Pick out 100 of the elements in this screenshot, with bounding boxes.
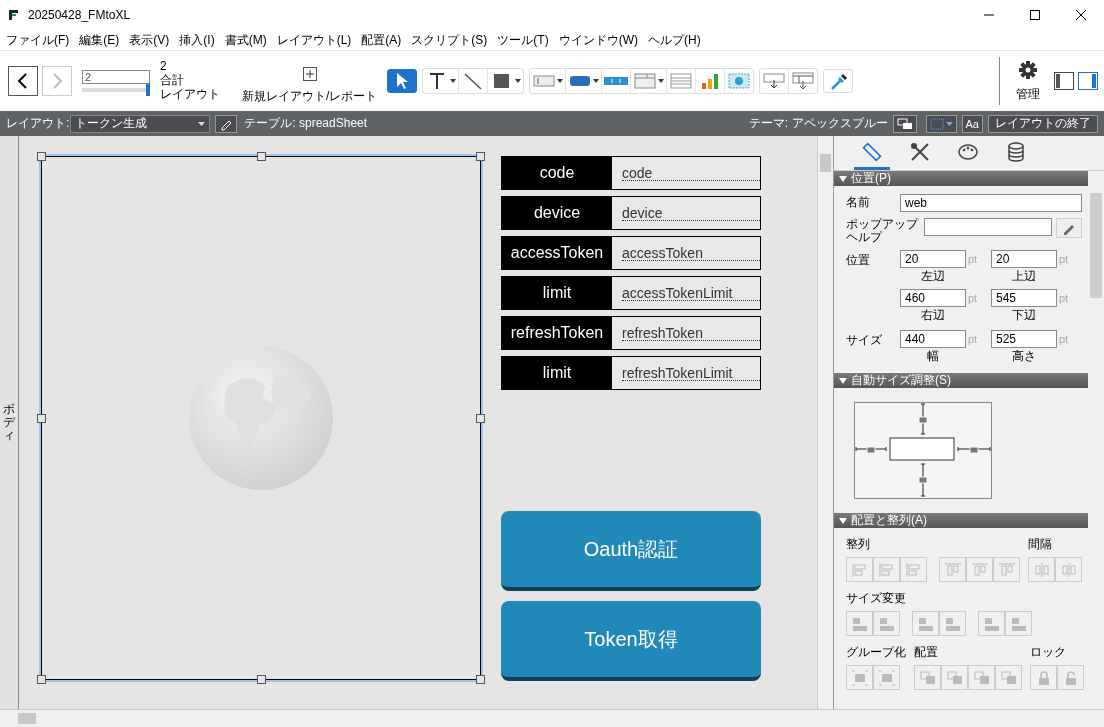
coordinate-field[interactable]: 20 (900, 250, 966, 268)
font-button[interactable]: Aa (961, 114, 983, 133)
theme-icon (896, 117, 913, 130)
edit-layout-button[interactable] (215, 114, 238, 133)
insert-field-icon (762, 71, 787, 91)
back-button[interactable] (8, 66, 38, 96)
resize-handle[interactable] (476, 675, 485, 684)
new-layout-label[interactable]: 新規レイアウト/レポート (242, 87, 378, 105)
webviewer-icon (727, 71, 752, 91)
grid-icon (929, 117, 944, 130)
menu-item[interactable]: 配置(A) (361, 31, 402, 49)
group-label: グループ化 (846, 644, 906, 661)
scrollbar-thumb[interactable] (1090, 193, 1102, 298)
resize-icon (850, 615, 869, 632)
close-icon[interactable] (1075, 9, 1087, 21)
tooltip-field[interactable] (924, 218, 1052, 236)
maximize-icon[interactable] (1029, 9, 1041, 21)
layout-button[interactable]: Token取得 (501, 601, 761, 681)
ruler-icon (861, 140, 883, 163)
insert-field-tool-button[interactable] (760, 69, 790, 93)
menu-item[interactable]: スクリプト(S) (411, 31, 488, 49)
menu-item[interactable]: ウインドウ(W) (558, 31, 638, 49)
caret-icon (557, 79, 564, 83)
menu-item[interactable]: ファイル(F) (6, 31, 70, 49)
table-label: テーブル: spreadSheet (244, 115, 368, 132)
stack-icon (972, 669, 991, 686)
stack-icon (945, 669, 964, 686)
size-field[interactable]: 440 (900, 330, 966, 348)
resize-handle[interactable] (257, 152, 266, 161)
menu-item[interactable]: レイアウト(L) (276, 31, 352, 49)
unit-label: pt (1059, 253, 1069, 265)
left-pane-button[interactable] (1054, 72, 1074, 90)
resize-icon (1009, 615, 1028, 632)
layout-button[interactable]: Oauth認証 (501, 511, 761, 591)
record-total: 2 (160, 59, 168, 73)
menu-item[interactable]: ヘルプ(H) (648, 31, 701, 49)
autosize-anchor-drawing[interactable] (854, 402, 992, 499)
tools-icon (909, 140, 931, 163)
group-icon (850, 669, 869, 686)
horizontal-scrollbar[interactable] (0, 709, 1104, 727)
menu-item[interactable]: 表示(V) (129, 31, 170, 49)
resize-handle[interactable] (257, 675, 266, 684)
group-icon (877, 669, 896, 686)
new-layout-icon[interactable] (301, 65, 318, 82)
coordinate-field[interactable]: 545 (991, 289, 1057, 307)
edit-tooltip-button[interactable] (1056, 218, 1082, 238)
chevron-icon (50, 73, 64, 89)
portal-tool-button[interactable] (667, 69, 697, 93)
settings-icon[interactable] (1018, 59, 1038, 80)
insert-portal-icon (791, 71, 816, 91)
align-label: 整列 (846, 536, 871, 553)
right-pane-button[interactable] (1078, 72, 1098, 90)
record-number-field[interactable]: 2 (82, 70, 150, 84)
coordinate-caption: 右辺 (920, 307, 946, 324)
caret-icon (198, 121, 206, 126)
field-tool-button[interactable] (530, 69, 567, 93)
name-label: 名前 (846, 194, 871, 211)
section-header[interactable]: 位置(P) (834, 171, 1088, 186)
portal-icon (669, 71, 694, 91)
menu-item[interactable]: ツール(T) (497, 31, 549, 49)
unit-label: pt (968, 292, 978, 304)
size-field[interactable]: 525 (991, 330, 1057, 348)
vertical-scrollbar[interactable] (817, 136, 833, 709)
resize-handle[interactable] (476, 152, 485, 161)
mode-label: レイアウト (160, 87, 220, 101)
scrollbar-thumb[interactable] (820, 154, 831, 172)
caret-icon (658, 79, 665, 83)
unit-label: pt (1059, 333, 1069, 345)
buttonbar-tool-button[interactable] (602, 69, 632, 93)
menu-item[interactable]: 挿入(I) (179, 31, 215, 49)
resize-handle[interactable] (476, 414, 485, 423)
app-logo-icon (8, 9, 20, 21)
align-icon (943, 561, 962, 578)
coordinate-caption: 下辺 (1011, 307, 1037, 324)
manage-label[interactable]: 管理 (1016, 85, 1040, 103)
layout-dropdown[interactable]: トークン生成 (70, 114, 211, 133)
size-caption: 幅 (926, 348, 940, 365)
scrollbar-thumb[interactable] (18, 713, 36, 724)
window-title: 20250428_FMtoXL (28, 8, 131, 22)
popover-tool-button[interactable] (631, 69, 668, 93)
resize-handle[interactable] (37, 152, 46, 161)
resize-icon (916, 615, 935, 632)
menu-item[interactable]: 書式(M) (224, 31, 267, 49)
coordinate-field[interactable]: 20 (991, 250, 1057, 268)
coordinate-field[interactable]: 460 (900, 289, 966, 307)
part-label[interactable]: ボディ (3, 402, 15, 443)
distribute-icon (1032, 561, 1051, 578)
eyedropper-tool-button[interactable] (823, 69, 854, 93)
align-icon (904, 561, 923, 578)
resize-handle[interactable] (37, 675, 46, 684)
name-field[interactable]: web (900, 194, 1082, 212)
resize-handle[interactable] (37, 414, 46, 423)
section-header[interactable]: 自動サイズ調整(S) (834, 373, 1088, 388)
menu-item[interactable]: 編集(E) (79, 31, 120, 49)
theme-button[interactable] (892, 114, 917, 133)
pointer-tool-button[interactable] (387, 69, 418, 93)
exit-layout-button[interactable]: レイアウトの終了 (988, 114, 1098, 133)
spacing-label: 間隔 (1028, 536, 1053, 553)
unit-label: pt (968, 253, 978, 265)
align-icon (997, 561, 1016, 578)
